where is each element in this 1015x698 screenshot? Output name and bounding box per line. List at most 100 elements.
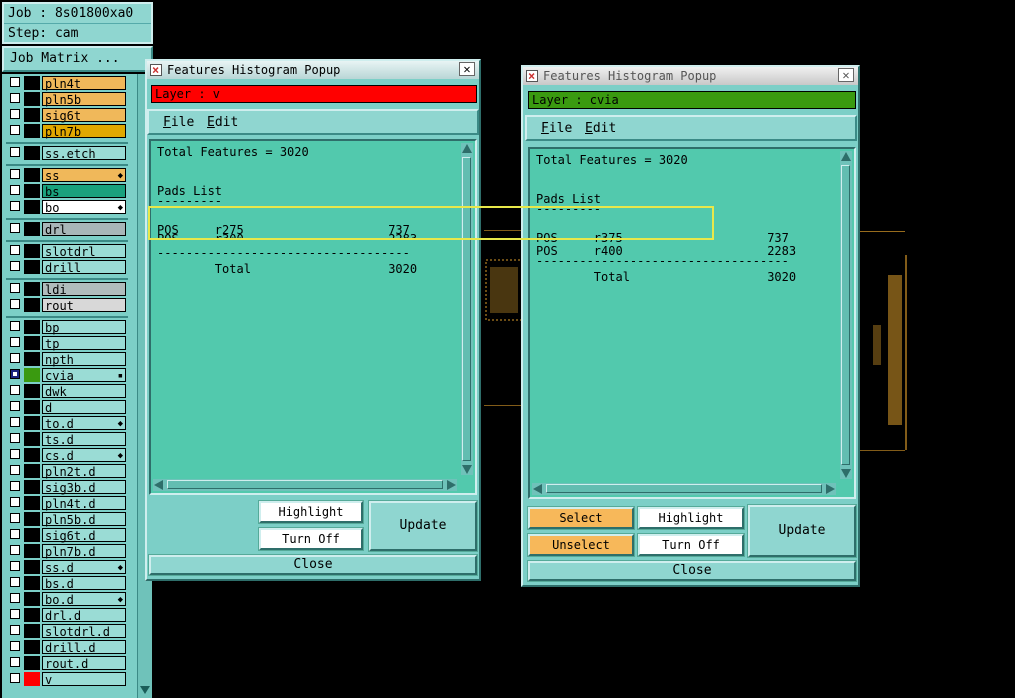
layer-color-swatch[interactable]: [24, 528, 40, 542]
layer-color-swatch[interactable]: [24, 656, 40, 670]
layer-name[interactable]: rout: [42, 298, 126, 313]
layer-color-swatch[interactable]: [24, 544, 40, 558]
scroll-up-arrow-icon[interactable]: [841, 152, 851, 161]
layer-color-swatch[interactable]: [24, 640, 40, 654]
layer-row-cvia[interactable]: cvia ▪: [8, 368, 126, 383]
menu-file[interactable]: File: [541, 121, 572, 136]
layer-name[interactable]: drill: [42, 260, 126, 275]
layer-row-pln4t[interactable]: pln4t: [8, 76, 126, 91]
scroll-left-arrow-icon[interactable]: [154, 480, 163, 490]
layer-row-slotdrl-d[interactable]: slotdrl.d: [8, 624, 126, 639]
layer-row-pln5b[interactable]: pln5b: [8, 92, 126, 107]
layer-name[interactable]: drl: [42, 222, 126, 237]
layer-row-ldi[interactable]: ldi: [8, 282, 126, 297]
layer-name[interactable]: bo ◆: [42, 200, 126, 215]
layer-color-swatch[interactable]: [24, 592, 40, 606]
layer-name[interactable]: tp: [42, 336, 126, 351]
layer-color-swatch[interactable]: [24, 608, 40, 622]
layer-name[interactable]: sig6t: [42, 108, 126, 123]
layer-row-pln7b[interactable]: pln7b: [8, 124, 126, 139]
layer-color-swatch[interactable]: [24, 480, 40, 494]
layer-checkbox[interactable]: [10, 283, 20, 293]
layer-row-bp[interactable]: bp: [8, 320, 126, 335]
popup-titlebar[interactable]: Features Histogram Popup ✕: [147, 61, 479, 79]
layer-color-swatch[interactable]: [24, 464, 40, 478]
layer-row-npth[interactable]: npth: [8, 352, 126, 367]
layer-name[interactable]: pln2t.d: [42, 464, 126, 479]
layer-checkbox[interactable]: [10, 261, 20, 271]
histogram-text-area[interactable]: Total Features = 3020 Pads List --------…: [149, 139, 477, 495]
layer-color-swatch[interactable]: [24, 432, 40, 446]
scrollbar-thumb[interactable]: [167, 480, 443, 489]
layer-name[interactable]: dwk: [42, 384, 126, 399]
layer-checkbox[interactable]: [10, 93, 20, 103]
layer-name[interactable]: bs: [42, 184, 126, 199]
layer-checkbox[interactable]: [10, 385, 20, 395]
highlight-button[interactable]: Highlight: [258, 500, 364, 524]
layer-row-bs-d[interactable]: bs.d: [8, 576, 126, 591]
scrollbar-thumb[interactable]: [841, 165, 850, 465]
layer-row-ss[interactable]: ss ◆: [8, 168, 126, 183]
layer-checkbox[interactable]: [10, 529, 20, 539]
layer-checkbox[interactable]: [10, 401, 20, 411]
update-button[interactable]: Update: [747, 504, 857, 558]
layer-name[interactable]: pln4t: [42, 76, 126, 91]
layer-row-sig3b-d[interactable]: sig3b.d: [8, 480, 126, 495]
layer-row-rout[interactable]: rout: [8, 298, 126, 313]
layer-checkbox[interactable]: [10, 185, 20, 195]
layer-name[interactable]: pln5b.d: [42, 512, 126, 527]
layer-checkbox[interactable]: [10, 201, 20, 211]
scroll-down-arrow-icon[interactable]: [841, 469, 851, 478]
layer-checkbox[interactable]: [10, 245, 20, 255]
layer-checkbox[interactable]: [10, 223, 20, 233]
layer-row-bo-d[interactable]: bo.d ◆: [8, 592, 126, 607]
layer-name[interactable]: ts.d: [42, 432, 126, 447]
layer-color-swatch[interactable]: [24, 352, 40, 366]
layer-color-swatch[interactable]: [24, 576, 40, 590]
layer-name[interactable]: slotdrl: [42, 244, 126, 259]
layer-color-swatch[interactable]: [24, 512, 40, 526]
layer-checkbox[interactable]: [10, 545, 20, 555]
layer-row-ss-d[interactable]: ss.d ◆: [8, 560, 126, 575]
layer-color-swatch[interactable]: [24, 624, 40, 638]
layer-checkbox[interactable]: [10, 625, 20, 635]
layer-name[interactable]: drl.d: [42, 608, 126, 623]
layer-checkbox[interactable]: [10, 299, 20, 309]
layer-name[interactable]: pln7b.d: [42, 544, 126, 559]
layer-checkbox[interactable]: [10, 353, 20, 363]
layer-name[interactable]: ss.d ◆: [42, 560, 126, 575]
layer-color-swatch[interactable]: [24, 336, 40, 350]
layer-checkbox[interactable]: [10, 77, 20, 87]
close-icon[interactable]: ✕: [838, 68, 854, 82]
layer-color-swatch[interactable]: [24, 222, 40, 236]
layer-name[interactable]: drill.d: [42, 640, 126, 655]
histogram-text-area[interactable]: Total Features = 3020 Pads List --------…: [528, 147, 856, 499]
layer-name[interactable]: v: [42, 672, 126, 687]
layer-name[interactable]: bp: [42, 320, 126, 335]
layer-color-swatch[interactable]: [24, 368, 40, 382]
layer-checkbox[interactable]: [10, 561, 20, 571]
turn-off-button[interactable]: Turn Off: [258, 527, 364, 551]
layer-checkbox[interactable]: [10, 125, 20, 135]
layer-name[interactable]: cvia ▪: [42, 368, 126, 383]
layer-row-drill-d[interactable]: drill.d: [8, 640, 126, 655]
layer-color-swatch[interactable]: [24, 92, 40, 106]
layer-row-ss-etch[interactable]: ss.etch: [8, 146, 126, 161]
layer-row-dwk[interactable]: dwk: [8, 384, 126, 399]
layer-row-cs-d[interactable]: cs.d ◆: [8, 448, 126, 463]
layer-color-swatch[interactable]: [24, 320, 40, 334]
layer-row-pln7b-d[interactable]: pln7b.d: [8, 544, 126, 559]
layer-name[interactable]: sig6t.d: [42, 528, 126, 543]
layer-name[interactable]: ldi: [42, 282, 126, 297]
update-button[interactable]: Update: [368, 500, 478, 552]
vertical-scrollbar[interactable]: [461, 143, 473, 475]
layer-checkbox[interactable]: [10, 577, 20, 587]
layer-row-drl-d[interactable]: drl.d: [8, 608, 126, 623]
turn-off-button[interactable]: Turn Off: [637, 533, 745, 557]
layer-checkbox[interactable]: [10, 449, 20, 459]
layer-row-tp[interactable]: tp: [8, 336, 126, 351]
layer-row-bo[interactable]: bo ◆: [8, 200, 126, 215]
layer-color-swatch[interactable]: [24, 282, 40, 296]
layer-checkbox[interactable]: [10, 673, 20, 683]
unselect-button[interactable]: Unselect: [527, 533, 635, 557]
